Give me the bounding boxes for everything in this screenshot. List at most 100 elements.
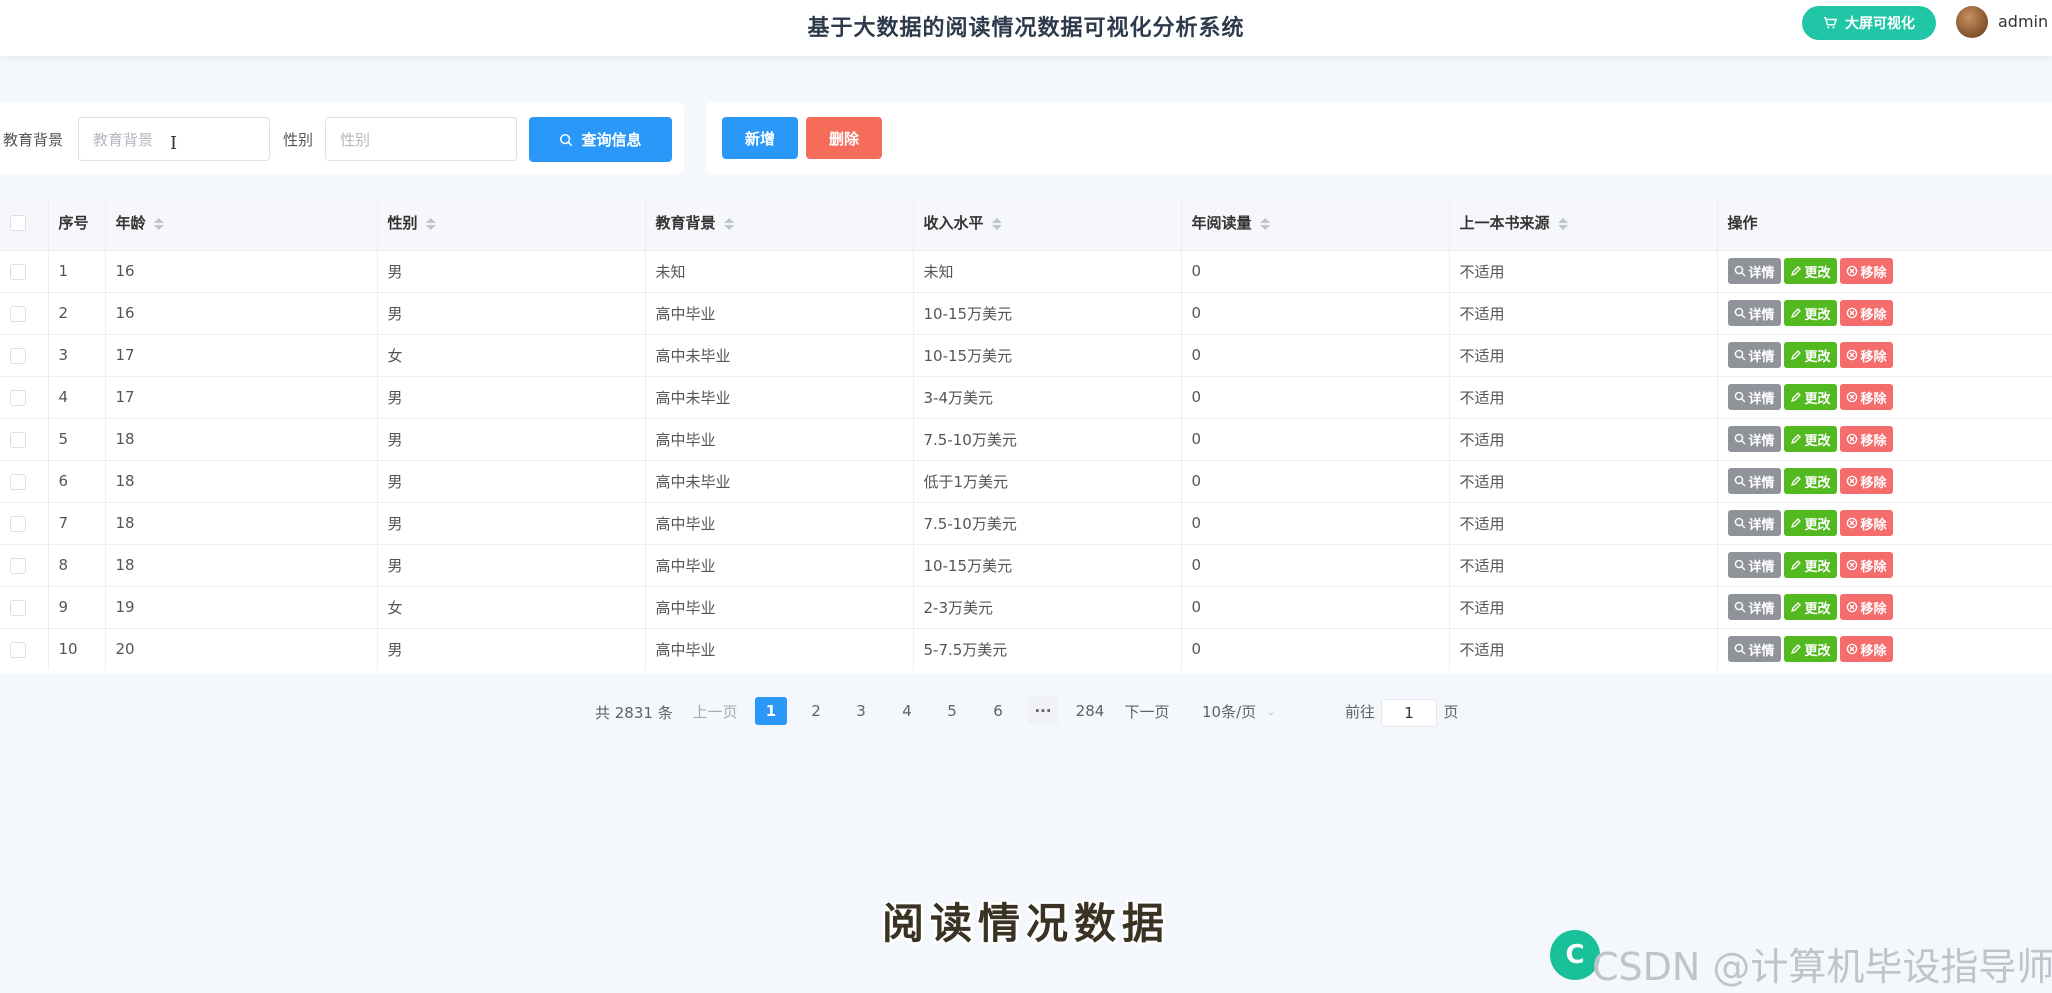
table-row: 3 17 女高中未毕业 10-15万美元 0 不适用 详情 更改 移除: [0, 334, 2052, 376]
next-page-button[interactable]: 下一页: [1124, 697, 1170, 725]
gender-filter-input[interactable]: 性别: [325, 117, 517, 161]
cell-age: 19: [105, 586, 378, 628]
select-all-checkbox[interactable]: [10, 215, 26, 232]
sort-icon[interactable]: [991, 217, 1002, 230]
page-size-select[interactable]: 10条/页 ⌄: [1202, 697, 1292, 725]
cell-income: 未知: [913, 250, 1182, 292]
col-last-book-source[interactable]: 上一本书来源: [1449, 196, 1718, 250]
edit-button[interactable]: 更改: [1783, 342, 1837, 368]
detail-button[interactable]: 详情: [1727, 426, 1781, 452]
goto-page-input[interactable]: 1: [1381, 699, 1437, 727]
page-last[interactable]: 284: [1072, 697, 1108, 725]
row-checkbox[interactable]: [10, 473, 26, 490]
remove-button[interactable]: 移除: [1839, 300, 1893, 326]
cell-gender: 女: [377, 334, 646, 376]
prev-page-button[interactable]: 上一页: [690, 697, 740, 725]
username[interactable]: admin: [1998, 12, 2048, 31]
cell-income: 10-15万美元: [913, 334, 1182, 376]
edit-button[interactable]: 更改: [1783, 426, 1837, 452]
col-gender[interactable]: 性别: [377, 196, 646, 250]
edit-button[interactable]: 更改: [1783, 636, 1837, 663]
row-checkbox[interactable]: [10, 347, 26, 364]
cell-index: 2: [48, 292, 106, 334]
edit-icon: [1790, 476, 1801, 487]
edit-button[interactable]: 更改: [1783, 594, 1837, 620]
cell-last-book-source: 不适用: [1449, 502, 1718, 544]
cell-annual-reads: 0: [1181, 334, 1450, 376]
detail-button[interactable]: 详情: [1727, 594, 1781, 620]
edit-icon: [1790, 266, 1801, 277]
add-button[interactable]: 新增: [722, 117, 798, 159]
detail-button[interactable]: 详情: [1727, 342, 1781, 368]
detail-button[interactable]: 详情: [1727, 258, 1781, 284]
detail-button[interactable]: 详情: [1727, 468, 1781, 494]
detail-button[interactable]: 详情: [1727, 384, 1781, 410]
cell-income: 10-15万美元: [913, 544, 1182, 586]
detail-button[interactable]: 详情: [1727, 300, 1781, 326]
query-button[interactable]: 查询信息: [529, 117, 672, 162]
remove-button[interactable]: 移除: [1839, 468, 1893, 494]
cell-index: 4: [48, 376, 106, 418]
remove-button[interactable]: 移除: [1839, 510, 1893, 536]
remove-button[interactable]: 移除: [1839, 342, 1893, 368]
search-icon: [1734, 601, 1745, 613]
col-annual-reads[interactable]: 年阅读量: [1181, 196, 1450, 250]
page-5[interactable]: 5: [937, 697, 967, 725]
col-education[interactable]: 教育背景: [645, 196, 914, 250]
row-checkbox[interactable]: [10, 431, 26, 448]
page-3[interactable]: 3: [846, 697, 876, 725]
col-age[interactable]: 年龄: [105, 196, 378, 250]
detail-label: 详情: [1748, 433, 1775, 449]
sort-icon[interactable]: [425, 217, 436, 230]
goto-label: 前往: [1344, 702, 1375, 721]
detail-button[interactable]: 详情: [1727, 552, 1781, 578]
row-checkbox[interactable]: [10, 389, 26, 406]
close-circle-icon: [1846, 265, 1857, 277]
edit-button[interactable]: 更改: [1783, 258, 1837, 284]
remove-button[interactable]: 移除: [1839, 258, 1893, 284]
sort-icon[interactable]: [153, 217, 164, 230]
row-checkbox[interactable]: [10, 305, 26, 322]
remove-button[interactable]: 移除: [1839, 426, 1893, 452]
page-2[interactable]: 2: [801, 697, 831, 725]
detail-label: 详情: [1748, 265, 1775, 281]
detail-button[interactable]: 详情: [1727, 636, 1781, 663]
cell-income: 10-15万美元: [913, 292, 1182, 334]
remove-button[interactable]: 移除: [1839, 594, 1893, 620]
remove-button[interactable]: 移除: [1839, 384, 1893, 410]
row-checkbox[interactable]: [10, 641, 26, 658]
page-1[interactable]: 1: [755, 697, 787, 725]
row-actions: 详情 更改 移除: [1727, 468, 2052, 494]
row-checkbox[interactable]: [10, 515, 26, 532]
edit-button[interactable]: 更改: [1783, 552, 1837, 578]
cell-education: 高中未毕业: [645, 334, 914, 376]
row-checkbox[interactable]: [10, 599, 26, 616]
bigscreen-button[interactable]: 大屏可视化: [1802, 6, 1936, 40]
edit-button[interactable]: 更改: [1783, 300, 1837, 326]
page-4[interactable]: 4: [892, 697, 922, 725]
edit-button[interactable]: 更改: [1783, 384, 1837, 410]
watermark: CSDN @计算机毕设指导师: [1592, 945, 2052, 989]
remove-button[interactable]: 移除: [1839, 636, 1893, 663]
search-icon: [1734, 265, 1745, 277]
more-pages-button[interactable]: ···: [1028, 697, 1058, 725]
remove-button[interactable]: 移除: [1839, 552, 1893, 578]
edit-icon: [1790, 308, 1801, 319]
sort-icon[interactable]: [723, 217, 734, 230]
row-checkbox[interactable]: [10, 557, 26, 574]
detail-button[interactable]: 详情: [1727, 510, 1781, 536]
edit-button[interactable]: 更改: [1783, 468, 1837, 494]
detail-label: 详情: [1748, 517, 1775, 533]
sort-icon[interactable]: [1557, 217, 1568, 230]
page-6[interactable]: 6: [983, 697, 1013, 725]
page-size-value: 10条/页: [1202, 702, 1257, 721]
col-income[interactable]: 收入水平: [913, 196, 1182, 250]
data-table: 序号 年龄 性别 教育背景 收入水平 年阅读量 上一本书来源 操作 1 16 男未知…: [0, 196, 2052, 674]
row-checkbox[interactable]: [10, 263, 26, 280]
table-row: 1 16 男未知 未知 0 不适用 详情 更改 移除: [0, 250, 2052, 292]
avatar[interactable]: [1956, 6, 1988, 38]
cell-gender: 男: [377, 628, 646, 670]
sort-icon[interactable]: [1259, 217, 1270, 230]
delete-button[interactable]: 删除: [806, 117, 882, 159]
edit-button[interactable]: 更改: [1783, 510, 1837, 536]
